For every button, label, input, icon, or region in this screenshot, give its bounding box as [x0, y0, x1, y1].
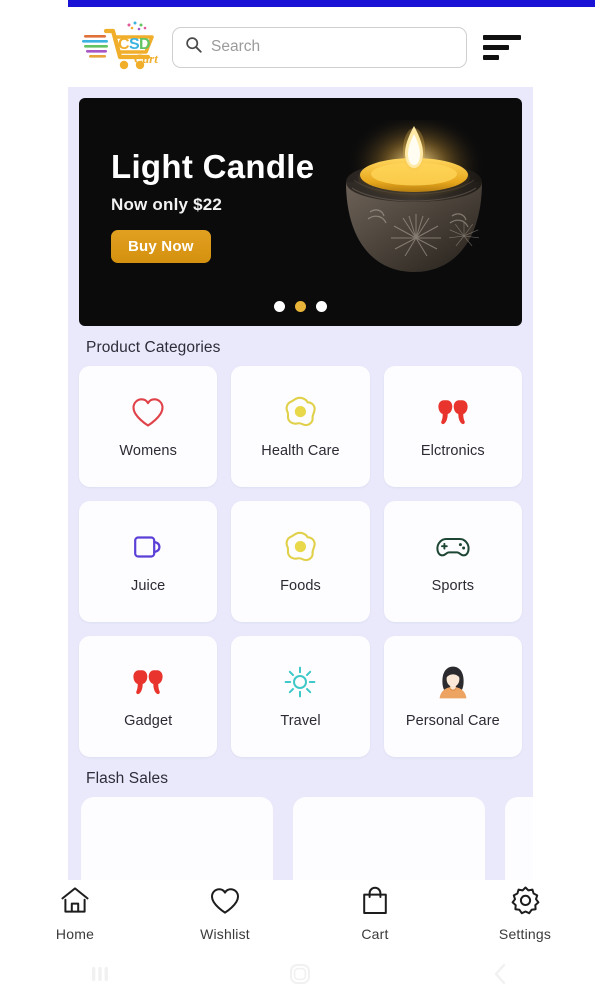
bottom-navigation: Home Wishlist Cart Settings	[0, 880, 600, 948]
flash-sale-card[interactable]	[293, 797, 485, 880]
category-card-elctronics[interactable]: Elctronics	[383, 366, 522, 487]
lit-candle-in-clay-pot-image	[346, 120, 486, 272]
category-card-gadget[interactable]: Gadget	[79, 636, 218, 757]
gamepad-icon	[435, 529, 471, 565]
search-input[interactable]	[211, 38, 454, 56]
tab-label: Wishlist	[200, 925, 250, 942]
category-card-foods[interactable]: Foods	[231, 501, 370, 622]
csd-cart-logo[interactable]: C S D Cart	[82, 19, 162, 75]
app-header: C S D Cart	[68, 7, 533, 87]
home-icon	[60, 886, 90, 920]
earbuds-icon	[131, 664, 165, 700]
svg-text:Cart: Cart	[134, 51, 158, 66]
category-card-sports[interactable]: Sports	[383, 501, 522, 622]
tab-settings[interactable]: Settings	[450, 886, 600, 942]
category-card-womens[interactable]: Womens	[79, 366, 218, 487]
home-square-icon[interactable]	[200, 960, 400, 988]
product-categories-title: Product Categories	[86, 339, 221, 356]
category-label: Personal Care	[405, 713, 500, 729]
heart-icon	[210, 887, 240, 920]
mug-icon	[132, 529, 164, 565]
fried-egg-icon	[283, 394, 317, 430]
category-label: Health Care	[261, 443, 340, 459]
phone-screenshot: C S D Cart Search Light Candle Now only …	[0, 0, 600, 1000]
carousel-dot-1[interactable]	[274, 301, 285, 312]
shopping-bag-icon	[362, 886, 388, 920]
category-label: Womens	[119, 443, 177, 459]
tab-cart[interactable]: Cart	[300, 886, 450, 942]
category-grid: Womens Health Care Elctronics Juice Food…	[79, 366, 522, 757]
category-label: Foods	[280, 578, 321, 594]
sun-icon	[284, 664, 316, 700]
app-content: Light Candle Now only $22 Buy Now Produc…	[68, 87, 533, 880]
recent-apps-icon[interactable]	[0, 961, 200, 987]
category-label: Gadget	[124, 713, 173, 729]
tab-wishlist[interactable]: Wishlist	[150, 887, 300, 942]
banner-copy: Light Candle Now only $22 Buy Now	[111, 150, 314, 263]
banner-subtitle: Now only $22	[111, 195, 223, 214]
back-chevron-icon[interactable]	[400, 961, 600, 987]
flash-sales-title: Flash Sales	[86, 770, 169, 787]
flash-sale-card[interactable]	[505, 797, 533, 880]
carousel-dot-3[interactable]	[316, 301, 327, 312]
banner-title: Light Candle	[111, 148, 315, 185]
tab-home[interactable]: Home	[0, 886, 150, 942]
flash-sales-row	[81, 797, 533, 880]
app-frame: C S D Cart Search Light Candle Now only …	[68, 7, 533, 880]
banner-carousel-dots	[79, 301, 522, 312]
category-label: Juice	[130, 578, 166, 594]
hamburger-menu-icon[interactable]	[477, 27, 521, 67]
carousel-dot-2[interactable]	[295, 301, 306, 312]
fried-egg-icon	[283, 529, 317, 565]
search-icon	[185, 36, 202, 58]
category-card-health-care[interactable]: Health Care	[231, 366, 370, 487]
category-label: Travel	[280, 713, 321, 729]
category-card-personal-care[interactable]: Personal Care	[383, 636, 522, 757]
buy-now-button[interactable]: Buy Now	[111, 230, 211, 263]
woman-avatar-icon	[437, 664, 469, 700]
status-bar	[68, 0, 595, 7]
category-card-travel[interactable]: Travel	[231, 636, 370, 757]
category-label: Sports	[431, 578, 475, 594]
earbuds-icon	[436, 394, 470, 430]
search-bar[interactable]	[172, 26, 467, 68]
gear-icon	[511, 886, 540, 920]
tab-label: Cart	[361, 926, 389, 942]
heart-icon	[131, 394, 165, 430]
android-system-nav	[0, 948, 600, 1000]
tab-label: Home	[55, 926, 95, 942]
category-label: Elctronics	[420, 443, 485, 459]
category-card-juice[interactable]: Juice	[79, 501, 218, 622]
promo-banner[interactable]: Light Candle Now only $22 Buy Now	[79, 98, 522, 326]
flash-sale-card[interactable]	[81, 797, 273, 880]
tab-label: Settings	[498, 926, 552, 942]
